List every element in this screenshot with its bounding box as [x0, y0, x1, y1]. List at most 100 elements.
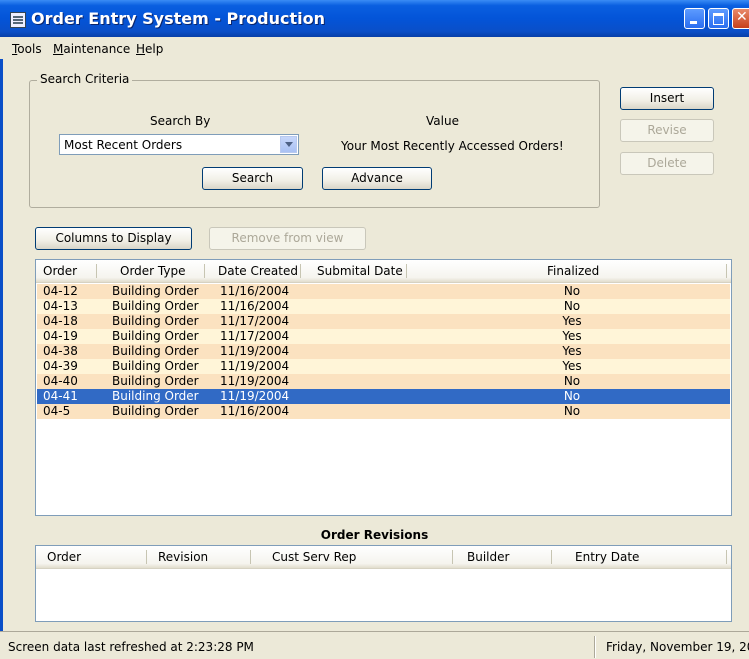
column-divider[interactable]: [726, 550, 727, 564]
column-divider[interactable]: [300, 264, 301, 278]
column-divider[interactable]: [726, 264, 727, 278]
order-revisions-list[interactable]: Order Revision Cust Serv Rep Builder Ent…: [35, 545, 732, 622]
table-cell-type: Building Order: [112, 404, 199, 418]
search-value-text: Your Most Recently Accessed Orders!: [341, 139, 564, 153]
menu-help[interactable]: Help: [136, 42, 163, 56]
table-row[interactable]: 04-19 Building Order 11/17/2004 Yes: [37, 329, 730, 344]
column-header-revision[interactable]: Revision: [158, 550, 208, 564]
table-cell-order: 04-40: [43, 374, 78, 388]
table-row[interactable]: 04-5 Building Order 11/16/2004 No: [37, 404, 730, 419]
table-row[interactable]: 04-13 Building Order 11/16/2004 No: [37, 299, 730, 314]
table-row[interactable]: 04-39 Building Order 11/19/2004 Yes: [37, 359, 730, 374]
column-header-order-type[interactable]: Order Type: [120, 264, 185, 278]
table-cell-type: Building Order: [112, 299, 199, 313]
app-icon[interactable]: [10, 12, 26, 28]
table-cell-finalized: No: [563, 404, 581, 418]
table-row[interactable]: 04-40 Building Order 11/19/2004 No: [37, 374, 730, 389]
column-divider[interactable]: [146, 550, 147, 564]
value-label: Value: [426, 114, 459, 128]
table-cell-type: Building Order: [112, 389, 199, 403]
table-cell-order: 04-13: [43, 299, 78, 313]
search-by-selected: Most Recent Orders: [64, 138, 183, 152]
menu-tools[interactable]: Tools: [12, 42, 42, 56]
status-date-text: Friday, November 19, 2004: [606, 640, 749, 654]
search-criteria-label: Search Criteria: [37, 72, 133, 86]
status-divider: [594, 636, 596, 658]
column-header-date-created[interactable]: Date Created: [218, 264, 298, 278]
menu-bar: Tools Maintenance Help: [0, 37, 749, 59]
minimize-button[interactable]: [684, 8, 705, 29]
table-cell-created: 11/16/2004: [220, 299, 290, 313]
orders-list[interactable]: Order Order Type Date Created Submital D…: [35, 259, 732, 516]
table-cell-finalized: No: [563, 284, 581, 298]
table-cell-type: Building Order: [112, 314, 199, 328]
table-cell-created: 11/16/2004: [220, 404, 290, 418]
columns-to-display-button[interactable]: Columns to Display: [35, 227, 192, 250]
maximize-button[interactable]: [708, 8, 729, 29]
menu-maintenance[interactable]: Maintenance: [53, 42, 130, 56]
window-title: Order Entry System - Production: [31, 9, 325, 28]
table-cell-order: 04-41: [43, 389, 78, 403]
column-header-submital-date[interactable]: Submital Date: [317, 264, 403, 278]
column-header-finalized[interactable]: Finalized: [547, 264, 599, 278]
table-cell-order: 04-39: [43, 359, 78, 373]
table-cell-created: 11/16/2004: [220, 284, 290, 298]
table-cell-created: 11/17/2004: [220, 329, 290, 343]
table-cell-type: Building Order: [112, 329, 199, 343]
main-window: Order Entry System - Production Tools Ma…: [0, 0, 749, 659]
remove-from-view-button[interactable]: Remove from view: [209, 227, 366, 250]
table-cell-finalized: Yes: [562, 329, 582, 343]
table-cell-order: 04-19: [43, 329, 78, 343]
column-divider[interactable]: [551, 550, 552, 564]
table-cell-finalized: No: [563, 389, 581, 403]
table-cell-type: Building Order: [112, 374, 199, 388]
column-header-builder[interactable]: Builder: [467, 550, 509, 564]
chevron-down-icon[interactable]: [280, 136, 297, 153]
column-divider[interactable]: [204, 264, 205, 278]
table-cell-finalized: No: [563, 374, 581, 388]
insert-button[interactable]: Insert: [620, 87, 714, 110]
revise-button[interactable]: Revise: [620, 119, 714, 142]
window-frame: [0, 37, 3, 659]
close-button[interactable]: [732, 8, 749, 29]
table-cell-finalized: Yes: [562, 314, 582, 328]
search-button[interactable]: Search: [202, 167, 303, 190]
table-cell-type: Building Order: [112, 284, 199, 298]
menu-maintenance-label: aintenance: [63, 42, 131, 56]
order-revisions-title: Order Revisions: [320, 528, 429, 542]
table-cell-order: 04-18: [43, 314, 78, 328]
search-by-dropdown[interactable]: Most Recent Orders: [59, 134, 299, 155]
table-cell-created: 11/17/2004: [220, 314, 290, 328]
advance-button[interactable]: Advance: [322, 167, 432, 190]
table-cell-type: Building Order: [112, 359, 199, 373]
orders-list-header: Order Order Type Date Created Submital D…: [36, 260, 731, 283]
delete-button[interactable]: Delete: [620, 152, 714, 175]
title-bar[interactable]: Order Entry System - Production: [0, 0, 749, 37]
table-cell-order: 04-38: [43, 344, 78, 358]
column-divider[interactable]: [406, 264, 407, 278]
table-row[interactable]: 04-12 Building Order 11/16/2004 No: [37, 284, 730, 299]
column-header-cust-serv-rep[interactable]: Cust Serv Rep: [272, 550, 356, 564]
table-cell-type: Building Order: [112, 344, 199, 358]
status-bar: Screen data last refreshed at 2:23:28 PM…: [0, 631, 749, 659]
table-cell-finalized: Yes: [562, 359, 582, 373]
table-cell-created: 11/19/2004: [220, 359, 290, 373]
search-by-label: Search By: [150, 114, 211, 128]
column-header-entry-date[interactable]: Entry Date: [575, 550, 639, 564]
column-divider[interactable]: [452, 550, 453, 564]
revisions-list-header: Order Revision Cust Serv Rep Builder Ent…: [36, 546, 731, 569]
table-cell-created: 11/19/2004: [220, 374, 290, 388]
table-cell-order: 04-5: [43, 404, 71, 418]
status-refreshed-text: Screen data last refreshed at 2:23:28 PM: [8, 640, 254, 654]
column-divider[interactable]: [96, 264, 97, 278]
column-header-order[interactable]: Order: [43, 264, 77, 278]
table-row[interactable]: 04-18 Building Order 11/17/2004 Yes: [37, 314, 730, 329]
column-divider[interactable]: [250, 550, 251, 564]
table-row[interactable]: 04-41 Building Order 11/19/2004 No: [37, 389, 730, 404]
column-header-rev-order[interactable]: Order: [47, 550, 81, 564]
table-cell-order: 04-12: [43, 284, 78, 298]
menu-maintenance-mnemonic: M: [53, 42, 64, 56]
menu-tools-label: ools: [17, 42, 42, 56]
table-row[interactable]: 04-38 Building Order 11/19/2004 Yes: [37, 344, 730, 359]
table-cell-created: 11/19/2004: [220, 344, 290, 358]
